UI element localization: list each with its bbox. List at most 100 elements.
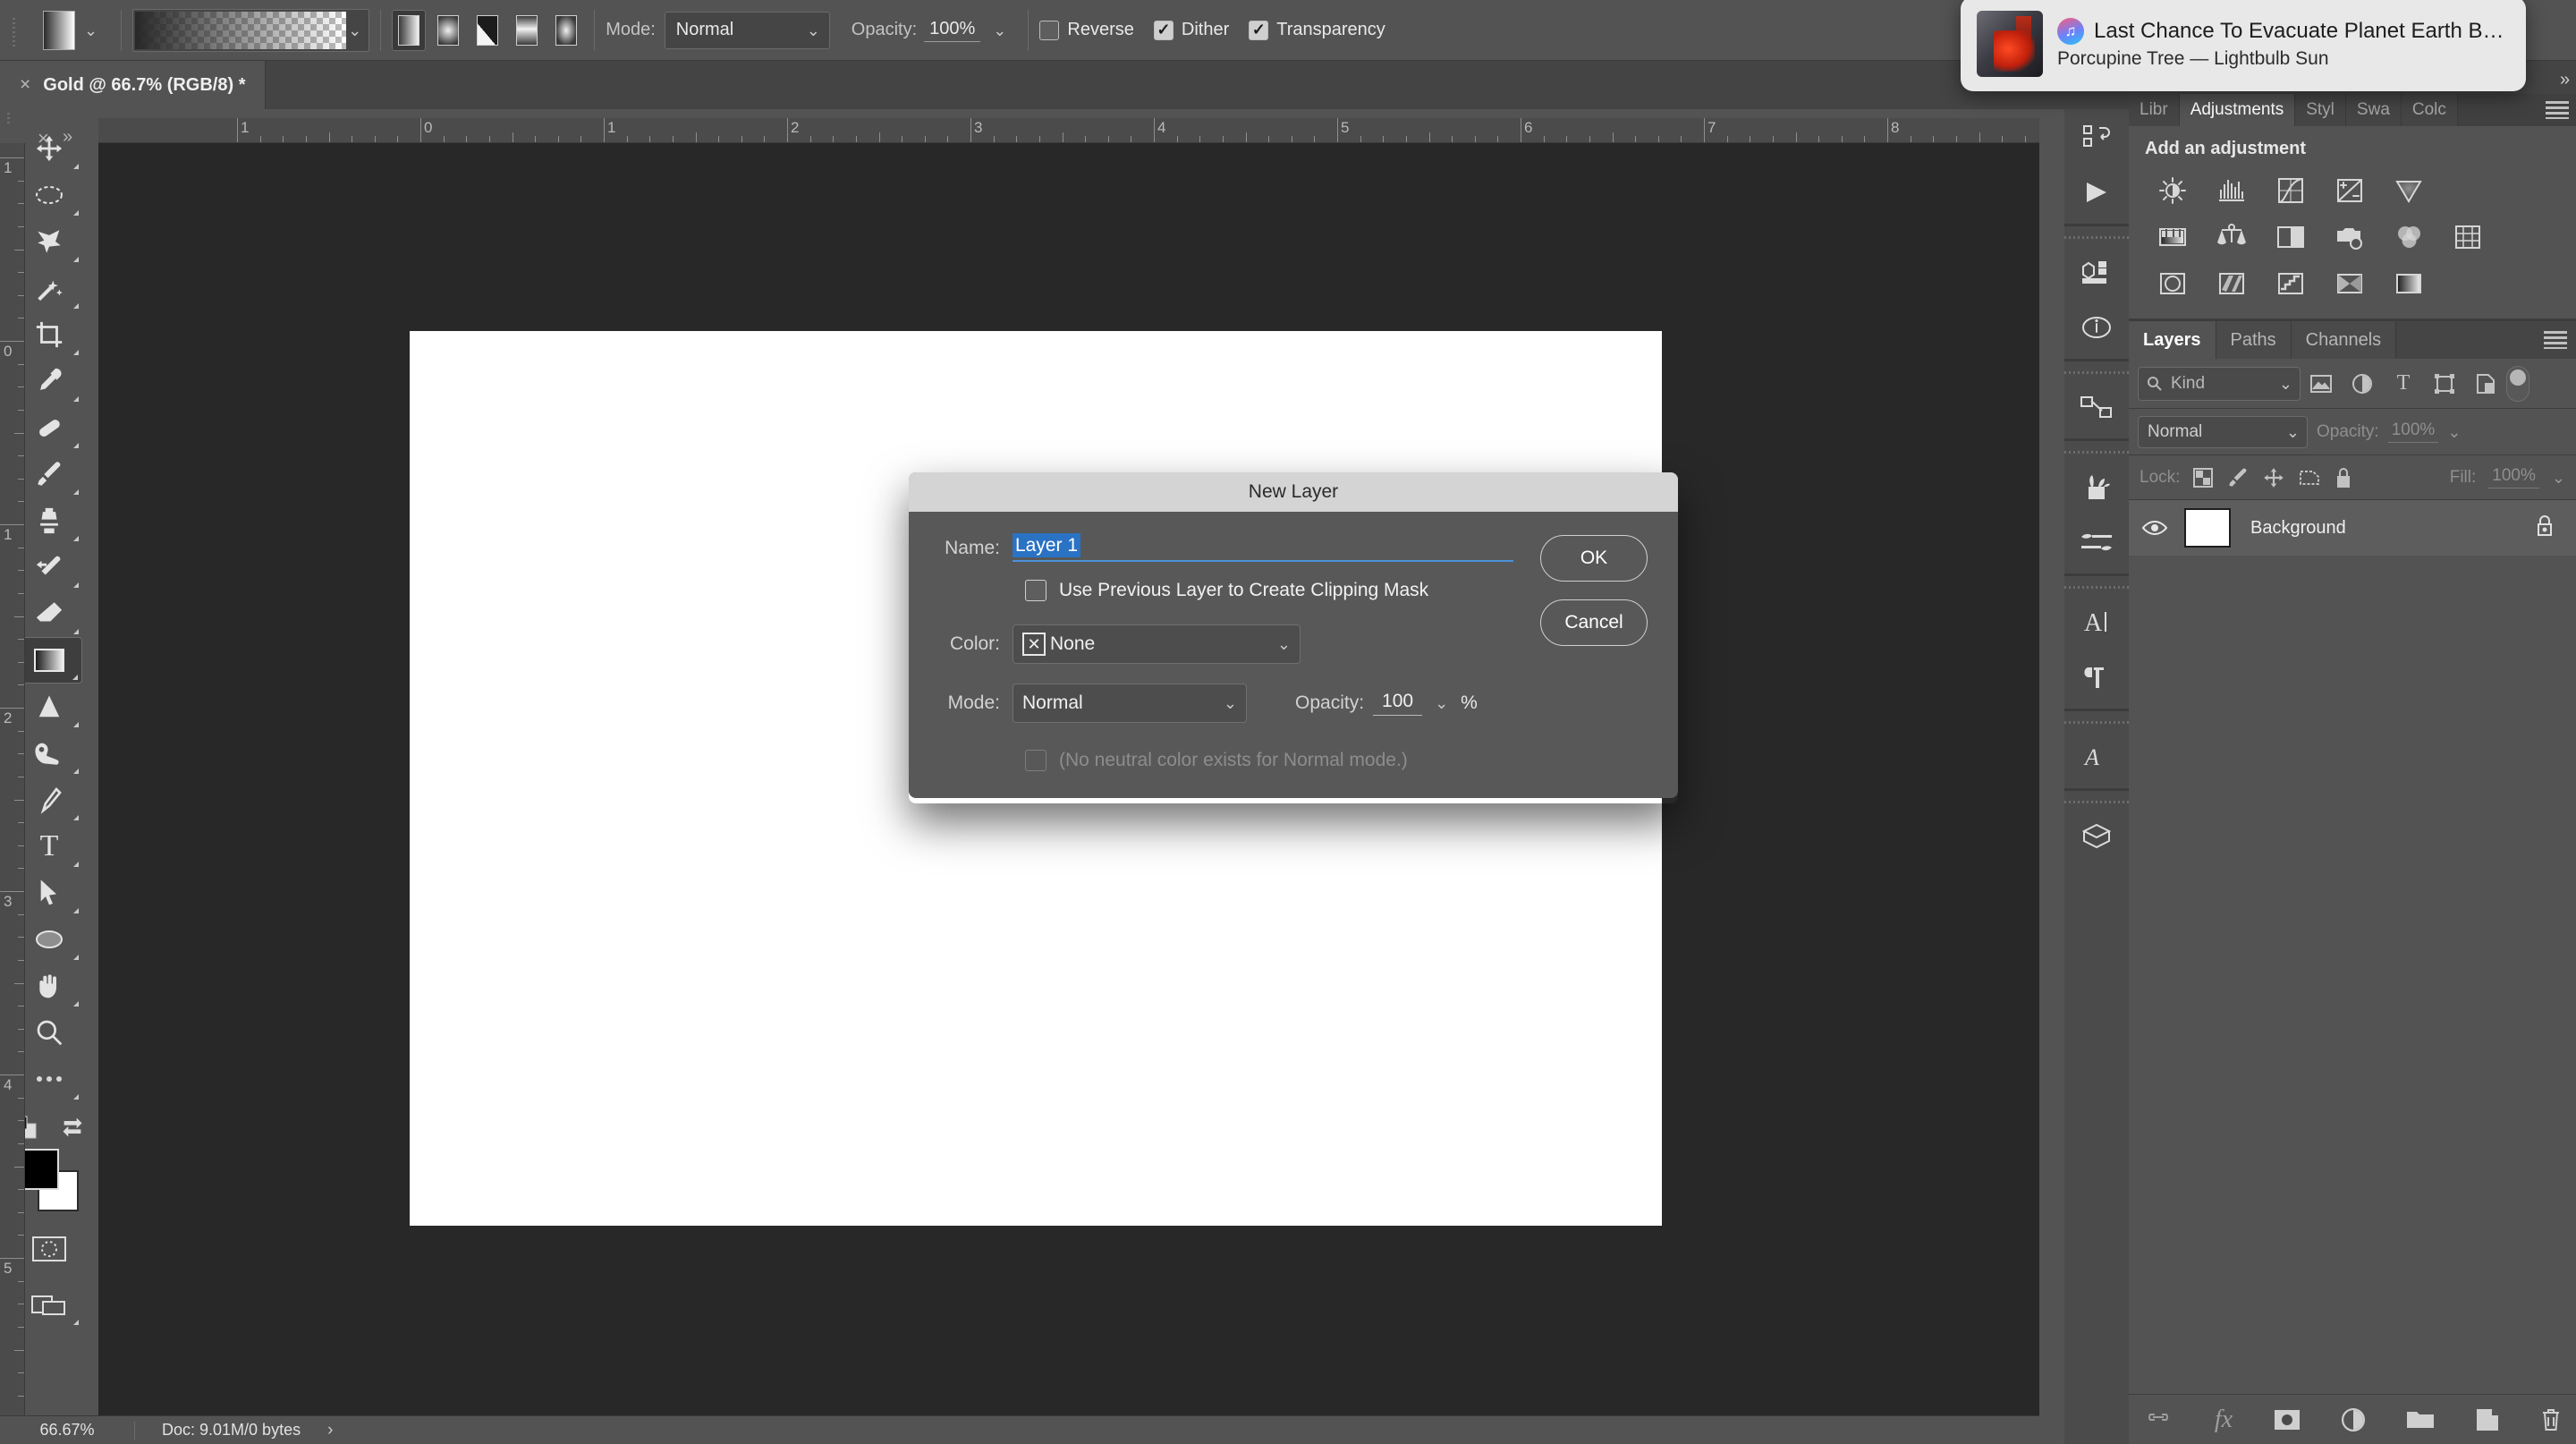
exposure-icon[interactable] xyxy=(2331,172,2368,209)
layer-thumbnail[interactable] xyxy=(2184,508,2231,548)
shape-filter-icon[interactable] xyxy=(2424,366,2465,402)
layer-opacity-input[interactable]: 100 xyxy=(1373,691,1423,716)
hue-saturation-icon[interactable] xyxy=(2154,218,2191,256)
fill-value[interactable]: 100% xyxy=(2488,466,2539,488)
dock-grip[interactable] xyxy=(2064,715,2129,729)
dither-checkbox[interactable]: ✓ xyxy=(1153,20,1174,40)
tools-close-icon[interactable]: × xyxy=(38,127,2569,150)
layer-opacity-value[interactable]: 100% xyxy=(2387,420,2439,443)
panel-expand-chevron-icon[interactable]: » xyxy=(2560,70,2570,90)
lock-artboard-icon[interactable] xyxy=(2298,467,2321,488)
lock-transparent-pixels-icon[interactable] xyxy=(2192,467,2214,488)
filter-kind-select[interactable]: Kind ⌄ xyxy=(2138,366,2301,401)
chevron-down-icon[interactable]: ⌄ xyxy=(993,22,1006,38)
tab-paths[interactable]: Paths xyxy=(2216,321,2292,359)
info-panel-icon[interactable] xyxy=(2064,300,2129,355)
document-tab-gold[interactable]: × Gold @ 66.7% (RGB/8) * xyxy=(0,61,267,109)
dock-grip[interactable] xyxy=(2064,580,2129,594)
magic-wand-tool[interactable] xyxy=(16,265,82,311)
photo-filter-icon[interactable] xyxy=(2331,218,2368,256)
eyedropper-tool[interactable] xyxy=(16,358,82,404)
filter-enable-toggle[interactable] xyxy=(2506,365,2529,402)
layer-color-select[interactable]: ✕ None ⌄ xyxy=(1013,624,1301,664)
chevron-down-icon[interactable]: ⌄ xyxy=(1435,695,1448,711)
lock-all-icon[interactable] xyxy=(2334,466,2353,489)
healing-brush-tool[interactable] xyxy=(16,404,82,451)
threshold-icon[interactable] xyxy=(2272,265,2309,302)
chevron-down-icon[interactable]: ⌄ xyxy=(2447,424,2461,440)
selective-color-icon[interactable] xyxy=(2331,265,2368,302)
panel-menu-icon[interactable] xyxy=(2546,101,2569,119)
glyphs-panel-icon[interactable]: A xyxy=(2064,729,2129,785)
dock-grip[interactable] xyxy=(2064,794,2129,809)
tab-swatches[interactable]: Swa xyxy=(2345,94,2402,126)
history-brush-tool[interactable] xyxy=(16,544,82,590)
pen-tool[interactable] xyxy=(16,777,82,823)
layer-visibility-toggle[interactable] xyxy=(2129,519,2181,537)
dodge-tool[interactable] xyxy=(16,730,82,777)
vibrance-icon[interactable] xyxy=(2390,172,2428,209)
tool-preset-picker[interactable]: ⌄ xyxy=(30,10,110,50)
tab-adjustments[interactable]: Adjustments xyxy=(2179,94,2296,126)
layer-mode-select[interactable]: Normal ⌄ xyxy=(1013,684,1247,723)
diamond-gradient-button[interactable] xyxy=(549,10,583,51)
ok-button[interactable]: OK xyxy=(1540,535,1648,582)
brush-settings-panel-icon[interactable] xyxy=(2064,514,2129,570)
music-notification[interactable]: ♫ Last Chance To Evacuate Planet Earth B… xyxy=(1961,0,2526,91)
dock-grip[interactable] xyxy=(2064,230,2129,244)
close-icon[interactable]: × xyxy=(20,74,30,96)
levels-icon[interactable] xyxy=(2213,172,2250,209)
color-balance-icon[interactable] xyxy=(2213,218,2250,256)
path-selection-tool[interactable] xyxy=(16,870,82,916)
layer-comps-panel-icon[interactable] xyxy=(2064,379,2129,435)
layer-row-background[interactable]: Background xyxy=(2129,500,2576,556)
reverse-checkbox[interactable] xyxy=(1039,20,1060,40)
linear-gradient-button[interactable] xyxy=(392,9,427,51)
elliptical-marquee-tool[interactable] xyxy=(16,172,82,218)
brightness-contrast-icon[interactable] xyxy=(2154,172,2191,209)
link-layers-icon[interactable] xyxy=(2143,1411,2174,1429)
screen-mode-button[interactable] xyxy=(16,1281,82,1328)
gradient-map-icon[interactable] xyxy=(2390,265,2428,302)
gradient-preview-picker[interactable]: ⌄ xyxy=(132,8,370,52)
crop-tool[interactable] xyxy=(16,311,82,358)
layer-blend-mode-select[interactable]: Normal ⌄ xyxy=(2138,415,2308,448)
delete-layer-icon[interactable] xyxy=(2540,1407,2562,1432)
tab-styles[interactable]: Styl xyxy=(2295,94,2346,126)
tools-panel-grip[interactable] xyxy=(0,109,98,125)
lasso-tool[interactable] xyxy=(16,218,82,265)
type-filter-icon[interactable]: T xyxy=(2383,366,2424,402)
reverse-checkbox-row[interactable]: Reverse xyxy=(1039,20,1134,40)
hand-tool[interactable] xyxy=(16,963,82,1009)
transparency-checkbox[interactable]: ✓ xyxy=(1249,20,1269,40)
edit-toolbar-more-button[interactable] xyxy=(16,1056,82,1102)
clone-stamp-tool[interactable] xyxy=(16,497,82,544)
3d-panel-icon[interactable] xyxy=(2064,809,2129,864)
clipping-mask-row[interactable]: Use Previous Layer to Create Clipping Ma… xyxy=(1025,580,1648,601)
zoom-tool[interactable] xyxy=(16,1009,82,1056)
layer-name[interactable]: Background xyxy=(2231,518,2535,539)
black-white-icon[interactable] xyxy=(2272,218,2309,256)
blur-tool[interactable] xyxy=(16,684,82,730)
radial-gradient-button[interactable] xyxy=(431,10,465,51)
paragraph-panel-icon[interactable] xyxy=(2064,650,2129,705)
add-layer-mask-icon[interactable] xyxy=(2274,1409,2301,1431)
blend-mode-select[interactable]: Normal ⌄ xyxy=(664,11,830,49)
lock-position-icon[interactable] xyxy=(2262,466,2285,489)
new-group-icon[interactable] xyxy=(2406,1409,2435,1431)
chevron-down-icon[interactable]: ⌄ xyxy=(84,22,97,38)
ellipse-shape-tool[interactable] xyxy=(16,916,82,963)
new-layer-icon[interactable] xyxy=(2476,1408,2499,1431)
type-tool[interactable]: T xyxy=(16,823,82,870)
tab-channels[interactable]: Channels xyxy=(2291,321,2397,359)
character-panel-icon[interactable]: A xyxy=(2064,594,2129,650)
curves-icon[interactable] xyxy=(2272,172,2309,209)
pixel-filter-icon[interactable] xyxy=(2301,366,2342,402)
adjustment-filter-icon[interactable] xyxy=(2342,366,2383,402)
properties-panel-icon[interactable] xyxy=(2064,244,2129,300)
layer-style-fx-icon[interactable]: fx xyxy=(2215,1406,2233,1434)
layer-name-input[interactable]: Layer 1 xyxy=(1013,533,1513,562)
actions-panel-icon[interactable] xyxy=(2064,165,2129,220)
clipping-mask-checkbox[interactable] xyxy=(1025,580,1046,601)
angle-gradient-button[interactable] xyxy=(470,10,504,51)
